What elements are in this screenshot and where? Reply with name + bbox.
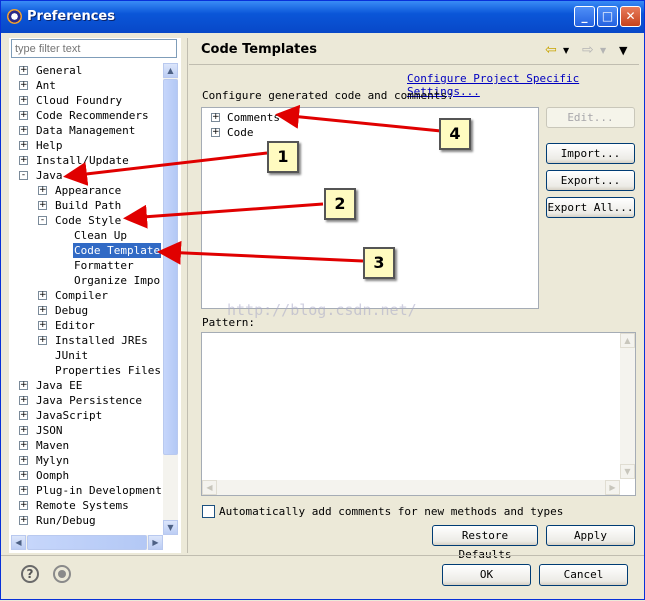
annotation-callout-3: 3: [363, 247, 395, 279]
annotation-callout-2: 2: [324, 188, 356, 220]
arrow-2: [123, 202, 324, 229]
arrow-3: [157, 240, 364, 265]
preferences-window: Preferences _ □ ✕ +General+Ant+Cloud Fou…: [0, 0, 645, 600]
annotation-callout-1: 1: [267, 141, 299, 173]
arrow-1: [63, 151, 268, 186]
annotation-arrows: [63, 104, 442, 265]
annotation-callout-4: 4: [439, 118, 471, 150]
arrow-4: [275, 104, 442, 133]
